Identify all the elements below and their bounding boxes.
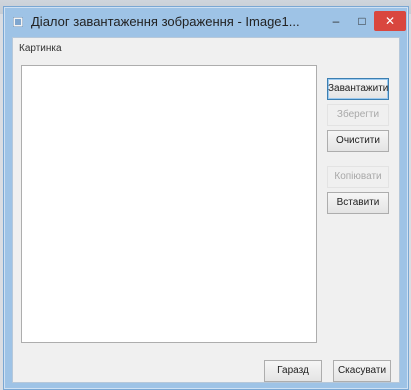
maximize-button[interactable]: □ xyxy=(349,11,375,31)
dialog-client-area: Картинка Завантажити Зберегти Очистити К… xyxy=(12,37,400,383)
picture-group-label: Картинка xyxy=(19,43,62,54)
load-button[interactable]: Завантажити xyxy=(327,78,389,100)
ok-button[interactable]: Гаразд xyxy=(264,360,322,382)
app-icon xyxy=(13,17,23,27)
title-bar[interactable]: Діалог завантаження зображення - Image1.… xyxy=(4,7,408,37)
minimize-icon: – xyxy=(332,14,340,28)
paste-button[interactable]: Вставити xyxy=(327,192,389,214)
close-icon: ✕ xyxy=(384,14,396,28)
image-preview-area[interactable] xyxy=(21,65,317,343)
maximize-icon: □ xyxy=(358,14,366,28)
clear-button[interactable]: Очистити xyxy=(327,130,389,152)
minimize-button[interactable]: – xyxy=(323,11,349,31)
window-title: Діалог завантаження зображення - Image1.… xyxy=(31,14,300,29)
copy-button[interactable]: Копіювати xyxy=(327,166,389,188)
image-load-dialog: Діалог завантаження зображення - Image1.… xyxy=(3,6,409,390)
save-button[interactable]: Зберегти xyxy=(327,104,389,126)
close-button[interactable]: ✕ xyxy=(374,11,406,31)
cancel-button[interactable]: Скасувати xyxy=(333,360,391,382)
